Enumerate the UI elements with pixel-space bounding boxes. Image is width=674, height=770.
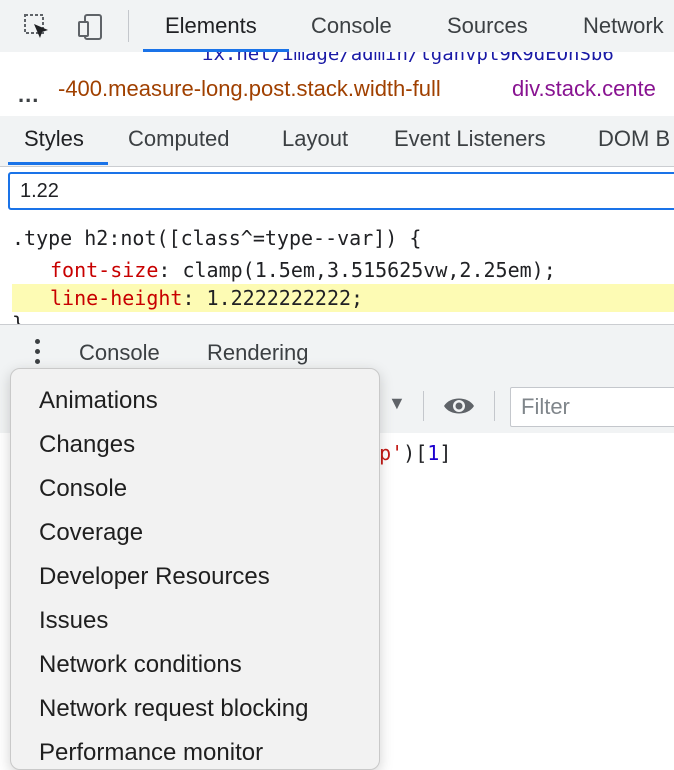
menu-item-console[interactable]: Console: [39, 475, 127, 503]
css-property: line-height: [50, 286, 183, 310]
tab-layout[interactable]: Layout: [282, 116, 348, 166]
tab-elements[interactable]: Elements: [165, 0, 257, 52]
breadcrumb-item[interactable]: div.stack.cente: [512, 76, 656, 102]
active-subtab-indicator: [8, 162, 108, 165]
toolbar-divider: [128, 10, 129, 42]
dom-tree-peek: ix.net/image/admin/lganvpt9K9dEOnSb6: [0, 52, 674, 66]
context-dropdown-icon[interactable]: ▼: [388, 393, 406, 414]
menu-item-issues[interactable]: Issues: [39, 607, 108, 635]
tab-network[interactable]: Network: [583, 0, 664, 52]
tab-sources[interactable]: Sources: [447, 0, 528, 52]
live-expression-eye-icon[interactable]: [442, 393, 476, 419]
styles-tabbar: Styles Computed Layout Event Listeners D…: [0, 116, 674, 167]
more-tools-kebab-icon[interactable]: [30, 339, 44, 367]
menu-item-coverage[interactable]: Coverage: [39, 519, 143, 547]
toolbar-divider: [423, 391, 424, 421]
css-property: font-size: [50, 258, 159, 282]
menu-item-performance-monitor[interactable]: Performance monitor: [39, 739, 263, 767]
breadcrumb-item[interactable]: -400.measure-long.post.stack.width-full: [58, 76, 441, 102]
css-value: clamp(1.5em,3.515625vw,2.25em);: [182, 258, 556, 282]
devtools-toolbar: Elements Console Sources Network: [0, 0, 674, 53]
tab-console[interactable]: Console: [311, 0, 392, 52]
inspect-element-icon[interactable]: [22, 12, 52, 42]
menu-item-network-request-blocking[interactable]: Network request blocking: [39, 695, 308, 723]
menu-item-animations[interactable]: Animations: [39, 387, 158, 415]
css-rule: .type h2:not([class^=type--var]) { font-…: [0, 220, 674, 324]
tab-dom-breakpoints[interactable]: DOM B: [598, 116, 670, 166]
toolbar-divider: [494, 391, 495, 421]
breadcrumb-overflow-button[interactable]: ...: [18, 82, 39, 108]
css-value: 1.2222222222;: [206, 286, 364, 310]
device-toolbar-icon[interactable]: [76, 12, 106, 42]
tab-computed[interactable]: Computed: [128, 116, 230, 166]
menu-item-network-conditions[interactable]: Network conditions: [39, 651, 242, 679]
css-rule-close: }: [12, 312, 25, 324]
menu-item-changes[interactable]: Changes: [39, 431, 135, 459]
tab-event-listeners[interactable]: Event Listeners: [394, 116, 546, 166]
dom-tree-cutoff-text: ix.net/image/admin/lganvpt9K9dEOnSb6: [202, 52, 614, 65]
styles-filter-input[interactable]: 1.22: [8, 172, 674, 210]
more-tools-menu: Animations Changes Console Coverage Deve…: [10, 368, 380, 770]
css-declaration[interactable]: font-size: clamp(1.5em,3.515625vw,2.25em…: [50, 258, 556, 282]
menu-item-developer-resources[interactable]: Developer Resources: [39, 563, 270, 591]
css-declaration[interactable]: line-height: 1.2222222222;: [50, 286, 363, 310]
css-selector: .type h2:not([class^=type--var]) {: [12, 226, 422, 250]
tab-styles[interactable]: Styles: [24, 116, 84, 166]
console-filter-input[interactable]: Filter: [510, 387, 674, 427]
breadcrumb: ... -400.measure-long.post.stack.width-f…: [0, 66, 674, 117]
